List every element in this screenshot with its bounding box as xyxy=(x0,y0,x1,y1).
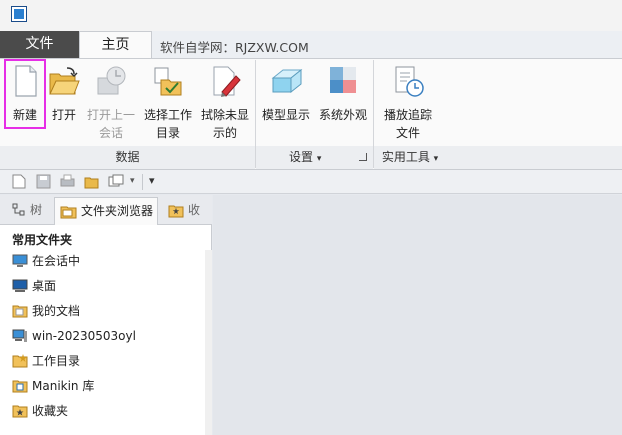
folder-item-label: 桌面 xyxy=(32,279,57,293)
my-documents-icon xyxy=(12,305,28,318)
chevron-down-icon[interactable]: ▾ xyxy=(130,176,135,186)
open-button-label: 打开 xyxy=(51,108,76,122)
watermark-text: 软件自学网：RJZXW.COM xyxy=(160,40,309,55)
tab-folder-browser-label: 文件夹浏览器 xyxy=(81,204,154,218)
folder-item-computer[interactable]: win-20230503oyl xyxy=(10,325,200,347)
computer-icon xyxy=(12,329,27,342)
windows-icon[interactable] xyxy=(108,174,124,189)
ribbon-footer-fill xyxy=(446,146,622,169)
folder-item-label: 收藏夹 xyxy=(32,404,69,418)
group-utilities[interactable]: 实用工具 ▾ xyxy=(374,146,446,169)
group-data-label: 数据 xyxy=(0,146,255,169)
play-trail-file-label: 播放追踪 文件 xyxy=(383,108,432,140)
app-icon[interactable] xyxy=(11,6,27,22)
working-directory-icon xyxy=(12,354,28,368)
panel-scrollbar[interactable] xyxy=(205,250,212,435)
select-working-dir-label: 选择工作 目录 xyxy=(143,108,192,140)
model-display-button[interactable]: 模型显示 xyxy=(258,60,314,144)
tab-home[interactable]: 主页 xyxy=(79,31,152,59)
open-last-session-button[interactable]: 打开上一 会话 xyxy=(83,60,139,144)
group-utilities-label: 实用工具 xyxy=(381,150,430,164)
new-file-icon[interactable] xyxy=(12,174,26,189)
folder-browser-icon xyxy=(60,206,77,219)
favorites-icon xyxy=(12,405,28,418)
tab-model-tree[interactable]: 树 xyxy=(8,197,52,225)
tab-favorites[interactable]: 收 xyxy=(162,197,210,225)
tab-model-tree-label: 树 xyxy=(30,203,43,217)
folder-item-desktop[interactable]: 桌面 xyxy=(10,275,200,297)
open-folder-icon[interactable] xyxy=(84,174,100,189)
folder-item-working-directory[interactable]: 工作目录 xyxy=(10,350,200,372)
system-appearance-icon xyxy=(330,67,356,93)
play-trail-file-icon xyxy=(395,66,424,97)
group-settings-label: 设置 xyxy=(289,150,314,164)
tree-icon xyxy=(12,203,25,216)
in-session-icon xyxy=(12,254,28,267)
chevron-down-icon: ▾ xyxy=(433,154,439,164)
open-folder-icon xyxy=(49,67,80,95)
folder-item-label: Manikin 库 xyxy=(32,379,95,393)
customize-toolbar-icon[interactable]: ▾ xyxy=(149,174,155,187)
tab-file[interactable]: 文件 xyxy=(0,31,79,58)
highlight-box xyxy=(4,59,46,129)
open-last-session-icon xyxy=(97,66,126,95)
common-folders-title: 常用文件夹 xyxy=(12,233,73,247)
folder-item-in-session[interactable]: 在会话中 xyxy=(10,250,200,272)
graphics-area[interactable] xyxy=(213,195,622,435)
select-working-dir-icon xyxy=(154,67,182,96)
model-display-icon xyxy=(271,68,303,94)
folder-item-label: win-20230503oyl xyxy=(32,329,136,343)
tab-folder-browser[interactable]: 文件夹浏览器 xyxy=(54,197,158,225)
title-bar xyxy=(0,0,622,31)
play-trail-file-button[interactable]: 播放追踪 文件 xyxy=(378,60,438,144)
open-last-session-label: 打开上一 会话 xyxy=(86,108,135,140)
folder-item-my-documents[interactable]: 我的文档 xyxy=(10,300,200,322)
open-button[interactable]: 打开 xyxy=(46,60,82,144)
desktop-icon xyxy=(12,279,28,292)
model-display-label: 模型显示 xyxy=(261,108,310,122)
qat-separator xyxy=(142,174,143,190)
system-appearance-label: 系统外观 xyxy=(318,108,367,122)
erase-not-displayed-label: 拭除未显 示的 xyxy=(200,108,249,140)
folder-item-manikin-library[interactable]: Manikin 库 xyxy=(10,375,200,397)
dialog-launcher-icon[interactable] xyxy=(359,153,367,161)
erase-not-displayed-button[interactable]: 拭除未显 示的 xyxy=(197,60,253,144)
print-icon[interactable] xyxy=(60,174,75,189)
folder-item-label: 我的文档 xyxy=(32,304,81,318)
folder-item-label: 在会话中 xyxy=(32,254,81,268)
save-icon[interactable] xyxy=(36,174,51,189)
tab-favorites-label: 收 xyxy=(188,203,201,217)
group-settings[interactable]: 设置 ▾ xyxy=(256,146,373,169)
favorites-folder-icon xyxy=(168,205,184,218)
folder-item-favorites[interactable]: 收藏夹 xyxy=(10,400,200,422)
erase-not-displayed-icon xyxy=(213,66,241,97)
select-working-dir-button[interactable]: 选择工作 目录 xyxy=(140,60,196,144)
system-appearance-button[interactable]: 系统外观 xyxy=(315,60,371,144)
chevron-down-icon: ▾ xyxy=(316,154,322,164)
manikin-library-icon xyxy=(12,380,28,393)
folder-item-label: 工作目录 xyxy=(32,354,81,368)
